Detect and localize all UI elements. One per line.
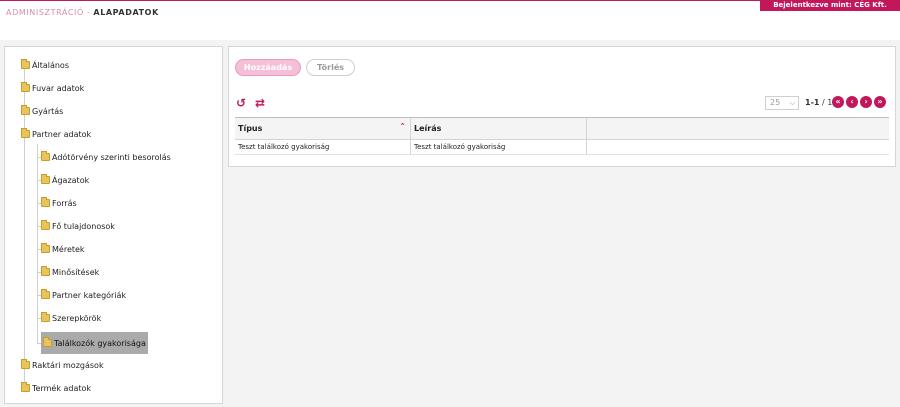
tree-connector bbox=[37, 144, 38, 344]
page-total: / 1 bbox=[819, 98, 833, 107]
prev-page-icon[interactable]: ‹ bbox=[846, 96, 858, 108]
folder-icon bbox=[41, 243, 50, 253]
page-info: 1-1 / 1 bbox=[805, 98, 832, 107]
tree-item-label: Találkozók gyakorisága bbox=[54, 338, 146, 348]
folder-icon bbox=[43, 337, 52, 347]
top-bar: ADMINISZTRÁCIÓ - ALAPADATOK Bejelentkezve … bbox=[0, 0, 900, 40]
folder-icon bbox=[21, 359, 30, 369]
tree-item-label: Raktári mozgások bbox=[32, 360, 104, 370]
tree-item-meretek[interactable]: Méretek bbox=[41, 241, 85, 257]
table-cell: Teszt találkozó gyakoriság bbox=[411, 140, 587, 154]
breadcrumb-current: ALAPADATOK bbox=[93, 8, 159, 17]
tree-item-label: Fő tulajdonosok bbox=[52, 221, 115, 231]
tree-item-label: Ágazatok bbox=[52, 175, 90, 185]
folder-icon bbox=[21, 382, 30, 392]
first-page-icon[interactable]: « bbox=[832, 96, 844, 108]
tree-item-label: Gyártás bbox=[32, 106, 64, 116]
tree-item-label: Partner kategóriák bbox=[52, 290, 127, 300]
chevron-down-icon: ⌵ bbox=[789, 99, 795, 107]
tree-item-szerepkorok[interactable]: Szerepkörök bbox=[41, 310, 101, 326]
tree-item-label: Általános bbox=[32, 60, 69, 70]
tree-item-label: Forrás bbox=[52, 198, 77, 208]
grid-header: Típus ⌃ Leírás bbox=[235, 118, 889, 140]
breadcrumb-separator: - bbox=[86, 8, 91, 17]
main-panel: Hozzáadás Törlés ↺ ⇄ 25 ⌵ 1-1 / 1 « ‹ › … bbox=[228, 46, 896, 167]
page-range: 1-1 bbox=[805, 98, 820, 107]
page-size-select[interactable]: 25 ⌵ bbox=[765, 96, 799, 110]
tree-panel: Általános Fuvar adatok Gyártás Partner a… bbox=[4, 46, 223, 404]
tree-item-partner-kategoriak[interactable]: Partner kategóriák bbox=[41, 287, 126, 303]
column-header-leiras[interactable]: Leírás bbox=[411, 118, 587, 139]
tree-item-termek-adatok[interactable]: Termék adatok bbox=[21, 380, 91, 396]
folder-icon bbox=[41, 220, 50, 230]
tree-item-agazatok[interactable]: Ágazatok bbox=[41, 172, 89, 188]
delete-button[interactable]: Törlés bbox=[306, 59, 355, 76]
folder-icon bbox=[21, 82, 30, 92]
column-header-empty bbox=[587, 118, 889, 139]
table-row[interactable]: Teszt találkozó gyakoriság Teszt találko… bbox=[235, 140, 889, 155]
folder-icon bbox=[41, 289, 50, 299]
folder-icon bbox=[41, 197, 50, 207]
folder-icon bbox=[41, 151, 50, 161]
tree-item-gyartas[interactable]: Gyártás bbox=[21, 103, 63, 119]
column-label: Típus bbox=[238, 124, 263, 133]
add-button[interactable]: Hozzáadás bbox=[235, 59, 301, 76]
tree-item-label: Szerepkörök bbox=[52, 313, 102, 323]
folder-icon bbox=[21, 105, 30, 115]
sort-asc-icon[interactable]: ⌃ bbox=[399, 122, 406, 131]
folder-icon bbox=[41, 312, 50, 322]
tree-item-label: Minősítések bbox=[52, 267, 100, 277]
table-cell: Teszt találkozó gyakoriság bbox=[235, 140, 411, 154]
swap-icon[interactable]: ⇄ bbox=[255, 97, 265, 109]
breadcrumb: ADMINISZTRÁCIÓ - ALAPADATOK bbox=[6, 8, 159, 17]
tree-item-adotorveny[interactable]: Adótörvény szerinti besorolás bbox=[41, 149, 171, 165]
tree-item-label: Adótörvény szerinti besorolás bbox=[52, 152, 171, 162]
tree-item-label: Partner adatok bbox=[32, 129, 92, 139]
tree-item-label: Fuvar adatok bbox=[32, 83, 85, 93]
data-grid: Típus ⌃ Leírás Teszt találkozó gyakorisá… bbox=[235, 117, 889, 155]
page-size-value: 25 bbox=[770, 98, 781, 107]
tree-item-raktari-mozgasok[interactable]: Raktári mozgások bbox=[21, 357, 104, 373]
tree-item-label: Méretek bbox=[52, 244, 85, 254]
tree-item-fuvar-adatok[interactable]: Fuvar adatok bbox=[21, 80, 84, 96]
folder-icon bbox=[21, 59, 30, 69]
column-label: Leírás bbox=[414, 124, 442, 133]
login-badge[interactable]: Bejelentkezve mint: CÉG Kft. bbox=[760, 0, 900, 11]
tree-item-forras[interactable]: Forrás bbox=[41, 195, 77, 211]
table-cell bbox=[587, 140, 889, 154]
folder-icon bbox=[41, 174, 50, 184]
tree-item-minositesek[interactable]: Minősítések bbox=[41, 264, 99, 280]
tree-item-altalanos[interactable]: Általános bbox=[21, 57, 69, 73]
next-page-icon[interactable]: › bbox=[860, 96, 872, 108]
breadcrumb-parent[interactable]: ADMINISZTRÁCIÓ bbox=[6, 8, 84, 17]
tree-item-partner-adatok[interactable]: Partner adatok bbox=[21, 126, 91, 142]
folder-icon bbox=[41, 266, 50, 276]
last-page-icon[interactable]: » bbox=[874, 96, 886, 108]
tree-item-fo-tulajdonosok[interactable]: Fő tulajdonosok bbox=[41, 218, 115, 234]
refresh-icon[interactable]: ↺ bbox=[236, 97, 246, 109]
tree-item-label: Termék adatok bbox=[32, 383, 92, 393]
folder-icon bbox=[21, 128, 30, 138]
tree-item-talalkozok-gyakorisaga[interactable]: Találkozók gyakorisága bbox=[41, 332, 148, 354]
column-header-tipus[interactable]: Típus ⌃ bbox=[235, 118, 411, 139]
